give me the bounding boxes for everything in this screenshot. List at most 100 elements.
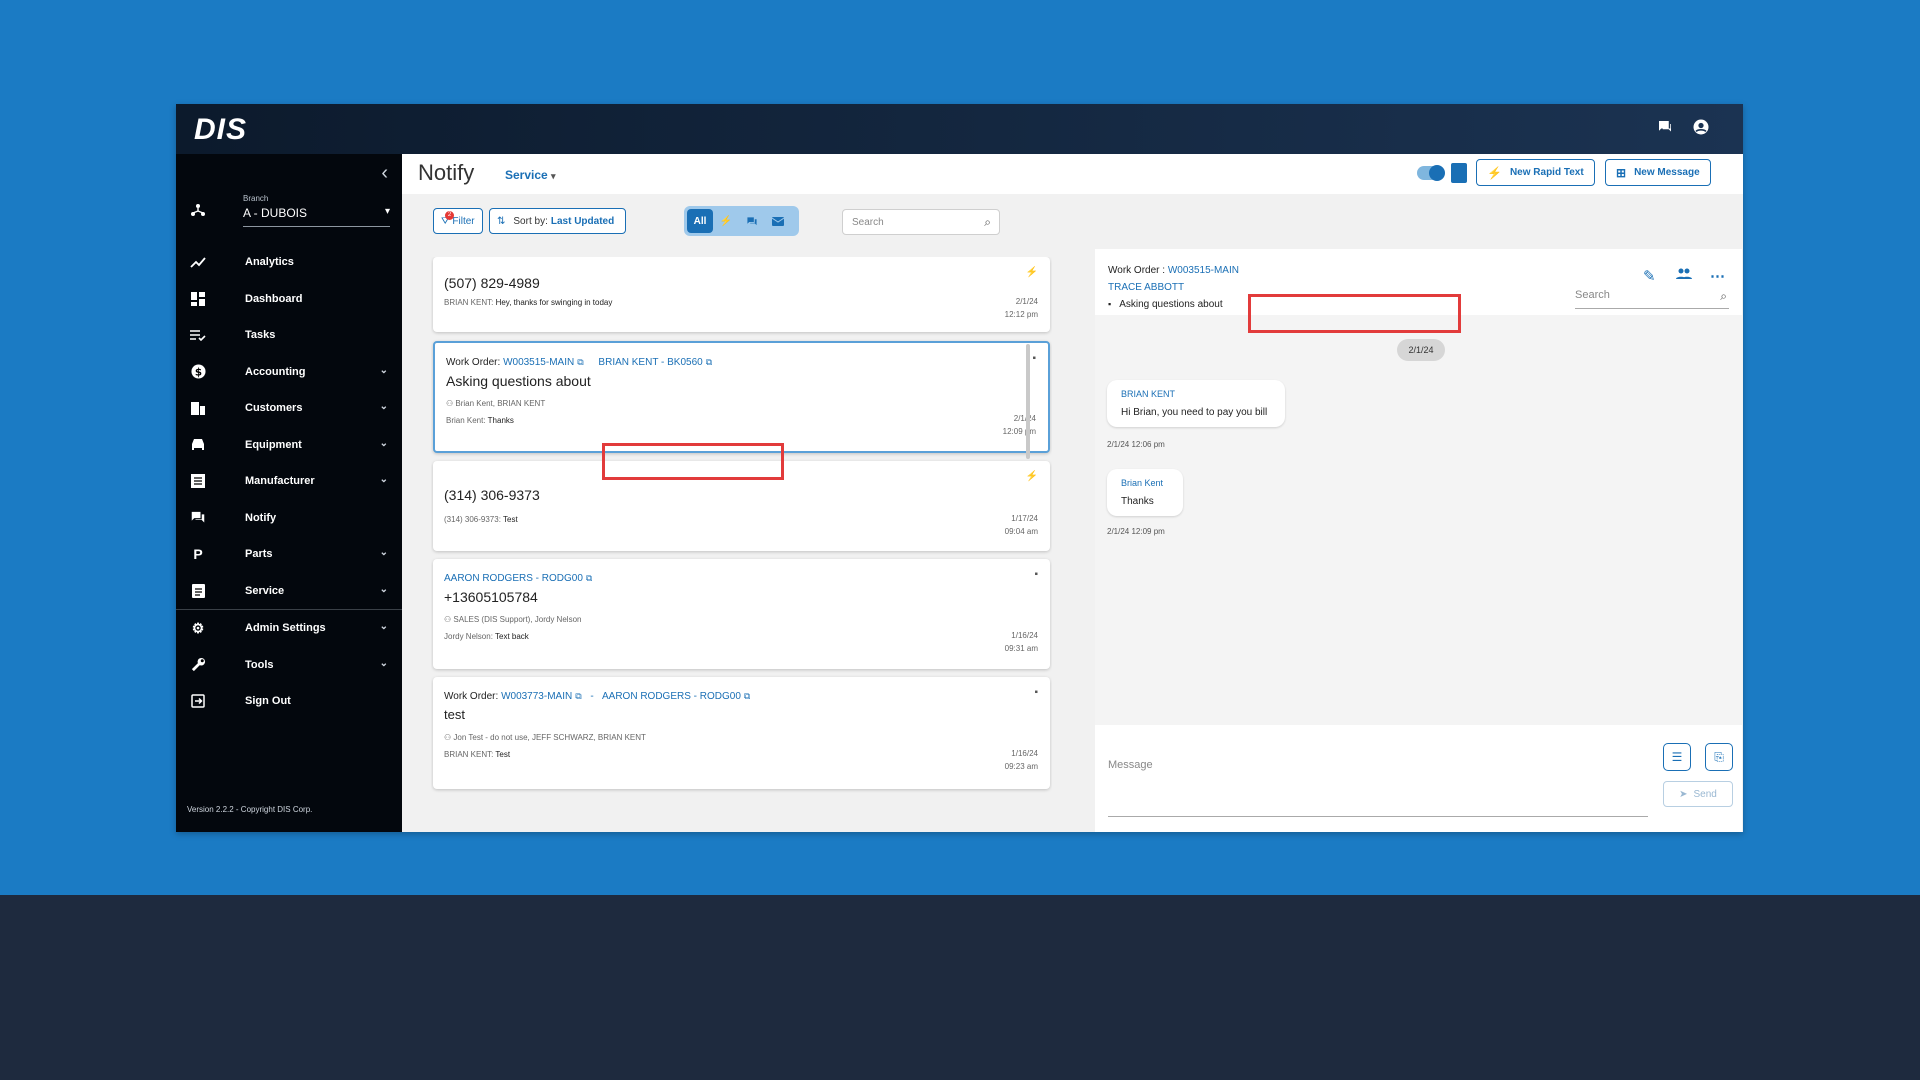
sidebar-item-dashboard[interactable]: Dashboard	[176, 281, 402, 318]
sidebar-item-tools[interactable]: Tools ⌄	[176, 647, 402, 684]
channel-filter: All ⚡	[684, 206, 799, 236]
customer-link[interactable]: AARON RODGERS - RODG00	[444, 573, 583, 584]
work-order-link[interactable]: W003515-MAIN	[503, 357, 574, 368]
car-icon	[190, 437, 206, 453]
sidebar: ‹ Branch A - DUBOIS ▾ Analytics Dashboar…	[176, 154, 402, 832]
phone-icon[interactable]	[1451, 163, 1467, 183]
dollar-icon: $	[190, 364, 206, 380]
list-item[interactable]: ▪ Work Order: W003773-MAIN ⧉ - AARON RODG…	[433, 677, 1050, 789]
filter-button[interactable]: ⛛ 2 Filter	[433, 208, 483, 234]
module-label: Service	[505, 168, 548, 182]
segment-all[interactable]: All	[687, 209, 713, 233]
card-timestamp: 2/1/24 12:12 pm	[1004, 297, 1038, 319]
external-link-icon[interactable]: ⧉	[575, 691, 581, 701]
sidebar-item-manufacturer[interactable]: Manufacturer ⌄	[176, 463, 402, 500]
card-links: Work Order: W003515-MAIN ⧉ BRIAN KENT - B…	[446, 357, 712, 368]
highlight-box	[1248, 294, 1461, 333]
clipboard-icon	[190, 583, 206, 599]
customer-link[interactable]: AARON RODGERS - RODG00	[602, 691, 741, 702]
card-participants: ⚇ Brian Kent, BRIAN KENT	[446, 399, 546, 408]
chat-icon: ▪	[1034, 569, 1038, 580]
module-dropdown[interactable]: Service ▾	[505, 168, 556, 182]
lightning-icon[interactable]: ⚡	[713, 209, 739, 233]
card-participants: ⚇ Jon Test - do not use, JEFF SCHWARZ, B…	[444, 733, 646, 742]
chat-icon[interactable]	[739, 209, 765, 233]
external-link-icon[interactable]: ⧉	[586, 573, 592, 583]
sidebar-item-accounting[interactable]: $ Accounting ⌄	[176, 354, 402, 391]
customers-icon	[190, 400, 206, 416]
sort-value: Last Updated	[550, 215, 615, 227]
sidebar-item-sign-out[interactable]: Sign Out	[176, 683, 402, 720]
customer-link[interactable]: BRIAN KENT - BK0560	[598, 357, 702, 368]
sidebar-item-admin-settings[interactable]: ⚙ Admin Settings ⌄	[176, 610, 402, 647]
sidebar-item-tasks[interactable]: Tasks	[176, 317, 402, 354]
card-last-message: (314) 306-9373: Test	[444, 515, 518, 524]
filter-label: Filter	[452, 215, 475, 227]
chevron-down-icon: ⌄	[379, 437, 388, 449]
branch-value: A - DUBOIS	[243, 206, 308, 220]
new-message-button[interactable]: ⊞ New Message	[1605, 159, 1711, 186]
sidebar-item-service[interactable]: Service ⌄	[176, 573, 402, 610]
new-rapid-text-button[interactable]: ⚡ New Rapid Text	[1476, 159, 1595, 186]
external-link-icon[interactable]: ⧉	[706, 357, 712, 367]
add-message-icon: ⊞	[1616, 165, 1627, 180]
sidebar-item-label: Tools	[245, 658, 274, 671]
message-input[interactable]: Message	[1108, 759, 1153, 771]
work-order-link[interactable]: W003773-MAIN	[501, 691, 572, 702]
message-timestamp: 2/1/24 12:09 pm	[1107, 527, 1165, 536]
conversation-work-order: Work Order : W003515-MAIN	[1108, 265, 1239, 276]
sidebar-item-equipment[interactable]: Equipment ⌄	[176, 427, 402, 464]
external-link-icon[interactable]: ⧉	[744, 691, 750, 701]
conversation-contact[interactable]: TRACE ABBOTT	[1108, 282, 1184, 293]
sort-button[interactable]: ⇅ Sort by: Last Updated	[489, 208, 626, 234]
page-header: Notify Service ▾ ⚡ New Rapid Text ⊞ New Me…	[402, 154, 1743, 194]
messages-icon[interactable]	[1656, 118, 1676, 138]
date-divider: 2/1/24	[1397, 339, 1445, 361]
conversation-search-input[interactable]: Search ⌕	[1575, 289, 1729, 309]
branch-selector[interactable]: Branch A - DUBOIS ▾	[190, 194, 390, 230]
parts-icon: P	[193, 546, 203, 563]
email-icon[interactable]	[765, 209, 791, 233]
sidebar-item-label: Sign Out	[245, 695, 291, 708]
card-last-message: BRIAN KENT: Test	[444, 750, 511, 759]
card-last-message: Brian Kent: Thanks	[446, 416, 514, 425]
card-subject: test	[444, 707, 465, 722]
card-last-message: BRIAN KENT: Hey, thanks for swinging in …	[444, 298, 612, 307]
work-order-label: Work Order:	[446, 357, 501, 368]
chat-icon: ▪	[1108, 299, 1112, 309]
search-icon: ⌕	[1720, 289, 1727, 303]
analytics-icon	[190, 254, 206, 270]
list-item[interactable]: ▪ AARON RODGERS - RODG00 ⧉ +13605105784 ⚇…	[433, 559, 1050, 669]
more-options-icon[interactable]: ⋯	[1710, 267, 1725, 285]
card-subject: Asking questions about	[446, 373, 591, 389]
work-order-label: Work Order:	[444, 691, 499, 702]
work-order-link[interactable]: W003515-MAIN	[1168, 265, 1239, 276]
people-icon[interactable]	[1676, 267, 1692, 284]
sidebar-item-label: Analytics	[245, 256, 294, 269]
sidebar-item-label: Tasks	[245, 329, 276, 342]
lightning-icon: ⚡	[1025, 471, 1038, 482]
send-button[interactable]: ➤ Send	[1663, 781, 1733, 807]
sidebar-item-customers[interactable]: Customers ⌄	[176, 390, 402, 427]
branch-label: Branch	[243, 194, 269, 203]
toggle-switch[interactable]	[1417, 165, 1445, 181]
list-scrollbar[interactable]	[1026, 344, 1030, 459]
sidebar-item-label: Accounting	[245, 365, 306, 378]
message-text: Hi Brian, you need to pay you bill	[1121, 407, 1268, 418]
collapse-sidebar-icon[interactable]: ‹	[381, 162, 388, 185]
sidebar-item-parts[interactable]: P Parts ⌄	[176, 536, 402, 573]
list-item-selected[interactable]: ▪ Work Order: W003515-MAIN ⧉ BRIAN KENT -…	[433, 341, 1050, 453]
sort-label: Sort by:	[513, 215, 548, 227]
highlight-box	[602, 443, 784, 480]
edit-icon[interactable]: ✎	[1643, 267, 1656, 285]
user-account-icon[interactable]	[1692, 118, 1712, 138]
sidebar-item-analytics[interactable]: Analytics	[176, 244, 402, 281]
list-icon[interactable]: ☰	[1663, 743, 1691, 771]
list-search-input[interactable]: Search ⌕	[842, 209, 1000, 235]
external-link-icon[interactable]: ⧉	[577, 357, 583, 367]
sidebar-item-label: Manufacturer	[245, 475, 315, 488]
list-item[interactable]: ⚡ (507) 829-4989 BRIAN KENT: Hey, thanks…	[433, 257, 1050, 332]
sidebar-item-notify[interactable]: Notify	[176, 500, 402, 537]
app-window: DIS ‹ Branch A - DUBOIS ▾ Analytics Dash…	[176, 104, 1743, 832]
attachment-icon[interactable]: ⎘	[1705, 743, 1733, 771]
